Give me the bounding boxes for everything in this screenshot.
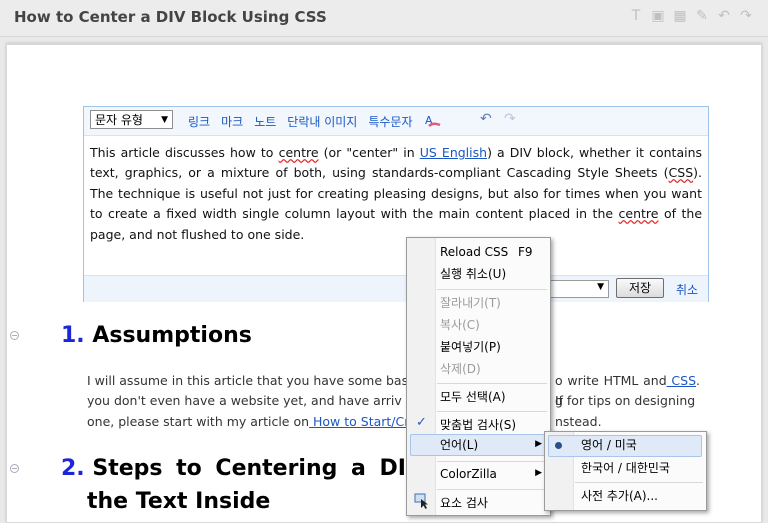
menu-separator	[437, 383, 547, 384]
menu-separator	[437, 411, 547, 412]
menu-item-delete[interactable]: 삭제(D)	[440, 359, 481, 379]
menu-item-reload-css[interactable]: Reload CSS F9	[440, 242, 545, 262]
chevron-down-icon: ▼	[597, 282, 604, 292]
misspelled-word[interactable]: centre	[619, 206, 659, 221]
menu-item-cut[interactable]: 잘라내기(T)	[440, 293, 501, 313]
language-option-ko-kr[interactable]: 한국어 / 대한민국	[581, 458, 670, 478]
section-heading: 1. Assumptions	[61, 323, 252, 348]
undo-icon[interactable]: ↶	[480, 111, 492, 127]
page-header: How to Center a DIV Block Using CSS T ▣ …	[0, 0, 768, 37]
context-menu: Reload CSS F9 실행 취소(U) 잘라내기(T) 복사(C) 붙여넣…	[406, 237, 551, 516]
page-title: How to Center a DIV Block Using CSS	[14, 8, 327, 26]
menu-separator	[437, 489, 547, 490]
toolbar-note[interactable]: 노트	[254, 113, 276, 132]
misspelled-word[interactable]: centre	[279, 145, 319, 160]
toolbar-link[interactable]: 링크	[188, 113, 210, 132]
style-select[interactable]: 문자 유형 ▼	[90, 110, 173, 129]
menu-gutter	[407, 238, 436, 515]
collapse-icon[interactable]: −	[10, 464, 19, 473]
tools-icon[interactable]: ✎	[694, 8, 710, 24]
toolbar-inline-image[interactable]: 단락내 이미지	[287, 113, 357, 132]
menu-item-copy[interactable]: 복사(C)	[440, 315, 480, 335]
chevron-down-icon: ▼	[161, 115, 168, 125]
redo-icon[interactable]: ↷	[504, 111, 516, 127]
editor-toolbar: 문자 유형 ▼ 링크 마크 노트 단락내 이미지 특수문자 A ↶ ↷	[84, 107, 708, 136]
misspelled-word[interactable]: CSS	[669, 165, 694, 180]
toolbar-mark[interactable]: 마크	[221, 113, 243, 132]
editor-footer: ▼ 저장 취소	[84, 275, 708, 302]
inline-editor: 문자 유형 ▼ 링크 마크 노트 단락내 이미지 특수문자 A ↶ ↷ This…	[83, 106, 709, 302]
how-to-start-link[interactable]: How to Start/Cre	[309, 414, 417, 429]
language-option-en-us[interactable]: 영어 / 미국	[581, 435, 637, 455]
check-icon: ✓	[416, 415, 427, 430]
section-heading: 2. Steps to Centering a DIV	[61, 456, 424, 481]
section-paragraph: I will assume in this article that you h…	[87, 373, 700, 429]
redo-icon[interactable]: ↷	[738, 8, 754, 24]
spellcheck-icon[interactable]: A	[424, 113, 442, 132]
inspect-element-icon	[414, 493, 430, 509]
menu-item-spellcheck[interactable]: 맞춤법 검사(S)	[440, 415, 516, 435]
table-icon[interactable]: ▦	[672, 8, 688, 24]
submenu-arrow-icon: ▶	[535, 468, 542, 478]
menu-item-paste[interactable]: 붙여넣기(P)	[440, 337, 501, 357]
menu-item-inspect[interactable]: 요소 검사	[440, 493, 488, 513]
menu-item-select-all[interactable]: 모두 선택(A)	[440, 387, 506, 407]
submenu-arrow-icon: ▶	[535, 439, 542, 449]
header-toolbar: T ▣ ▦ ✎ ↶ ↷	[628, 8, 754, 24]
image-icon[interactable]: ▣	[650, 8, 666, 24]
radio-selected-icon	[555, 442, 562, 449]
editor-content[interactable]: This article discusses how to centre (or…	[90, 143, 702, 245]
menu-separator	[437, 289, 547, 290]
section-heading-line2: the Text Inside	[87, 489, 271, 514]
menu-item-language[interactable]: 언어(L)	[440, 435, 545, 455]
menu-separator	[575, 482, 703, 483]
language-submenu: 영어 / 미국 한국어 / 대한민국 사전 추가(A)...	[544, 431, 707, 511]
menu-item-colorzilla[interactable]: ColorZilla	[440, 464, 497, 484]
css-link[interactable]: CSS	[667, 373, 696, 388]
us-english-link[interactable]: US English	[420, 145, 487, 160]
menu-separator	[437, 461, 547, 462]
cancel-link[interactable]: 취소	[676, 281, 698, 298]
collapse-icon[interactable]: −	[10, 331, 19, 340]
text-icon[interactable]: T	[628, 8, 644, 24]
menu-item-undo[interactable]: 실행 취소(U)	[440, 264, 506, 284]
undo-icon[interactable]: ↶	[716, 8, 732, 24]
toolbar-links: 링크 마크 노트 단락내 이미지 특수문자 A	[188, 113, 442, 132]
toolbar-special-chars[interactable]: 특수문자	[368, 113, 412, 132]
menu-item-add-dictionary[interactable]: 사전 추가(A)...	[581, 486, 658, 506]
save-button[interactable]: 저장	[616, 278, 664, 298]
